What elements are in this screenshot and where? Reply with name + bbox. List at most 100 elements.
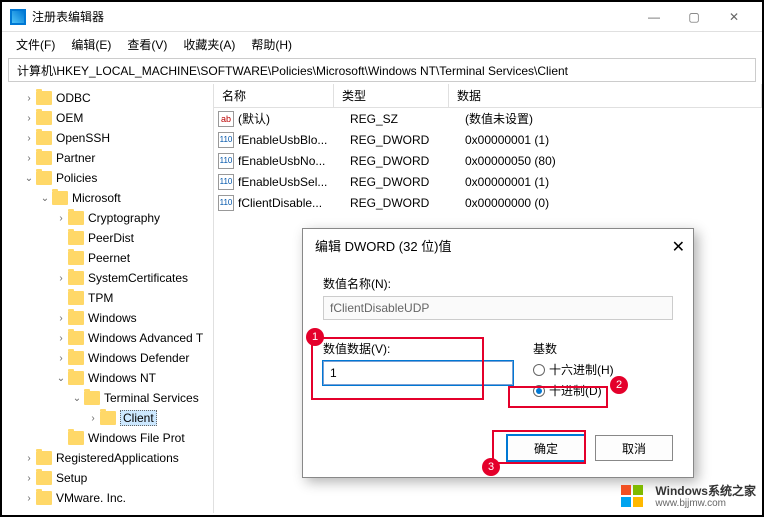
tree-item[interactable]: ›SystemCertificates	[2, 268, 213, 288]
registry-tree[interactable]: ›ODBC›OEM›OpenSSH›Partner⌄Policies⌄Micro…	[2, 84, 214, 513]
folder-icon	[68, 231, 84, 245]
menu-view[interactable]: 查看(V)	[121, 34, 173, 55]
chevron-icon[interactable]: ›	[54, 273, 68, 284]
tree-item[interactable]: Peernet	[2, 248, 213, 268]
folder-icon	[68, 251, 84, 265]
tree-item[interactable]: ⌄ Windows NT	[2, 368, 213, 388]
radio-decimal[interactable]: 十进制(D)	[533, 382, 673, 399]
tree-label: VMware. Inc.	[56, 491, 126, 505]
tree-label: ODBC	[56, 91, 91, 105]
chevron-icon[interactable]: ›	[54, 353, 68, 364]
tree-item[interactable]: › Windows	[2, 308, 213, 328]
tree-item[interactable]: ›Setup	[2, 468, 213, 488]
tree-item[interactable]: ›Windows Advanced T	[2, 328, 213, 348]
tree-label: Microsoft	[72, 191, 121, 205]
tree-label: Windows NT	[88, 371, 156, 385]
chevron-icon[interactable]: ›	[22, 493, 36, 504]
minimize-button[interactable]: —	[634, 3, 674, 31]
menu-help[interactable]: 帮助(H)	[245, 34, 298, 55]
reg-value-icon: ab	[218, 111, 234, 127]
tree-label: Windows Defender	[88, 351, 189, 365]
folder-icon	[84, 391, 100, 405]
col-type[interactable]: 类型	[334, 84, 449, 107]
window-controls: — ▢ ✕	[634, 3, 754, 31]
tree-item[interactable]: ⌄Terminal Services	[2, 388, 213, 408]
value-data-input[interactable]	[323, 361, 513, 385]
list-row[interactable]: 110fEnableUsbNo...REG_DWORD0x00000050 (8…	[214, 150, 762, 171]
tree-item[interactable]: ›Client	[2, 408, 213, 428]
tree-item[interactable]: TPM	[2, 288, 213, 308]
ok-button[interactable]: 确定	[507, 435, 585, 461]
tree-label: RegisteredApplications	[56, 451, 179, 465]
folder-icon	[36, 491, 52, 505]
folder-icon	[68, 371, 84, 385]
list-row[interactable]: 110fClientDisable...REG_DWORD0x00000000 …	[214, 192, 762, 213]
tree-item[interactable]: ›OEM	[2, 108, 213, 128]
app-icon	[10, 9, 26, 25]
list-row[interactable]: 110fEnableUsbSel...REG_DWORD0x00000001 (…	[214, 171, 762, 192]
tree-label: Windows File Prot	[88, 431, 185, 445]
title-bar: 注册表编辑器 — ▢ ✕	[2, 2, 762, 32]
edit-dword-dialog: 编辑 DWORD (32 位)值 ✕ 数值名称(N): fClientDisab…	[302, 228, 694, 478]
dialog-close-button[interactable]: ✕	[672, 237, 685, 257]
chevron-icon[interactable]: ›	[22, 133, 36, 144]
tree-label: OpenSSH	[56, 131, 110, 145]
tree-item[interactable]: › RegisteredApplications	[2, 448, 213, 468]
chevron-icon[interactable]: ›	[22, 473, 36, 484]
chevron-icon[interactable]: ›	[54, 333, 68, 344]
folder-icon	[36, 171, 52, 185]
chevron-icon[interactable]: ⌄	[22, 173, 36, 184]
chevron-icon[interactable]: ›	[22, 153, 36, 164]
address-bar[interactable]: 计算机\HKEY_LOCAL_MACHINE\SOFTWARE\Policies…	[8, 58, 756, 82]
reg-value-icon: 110	[218, 174, 234, 190]
folder-icon	[100, 411, 116, 425]
col-data[interactable]: 数据	[449, 84, 762, 107]
base-label: 基数	[533, 340, 673, 357]
folder-icon	[68, 351, 84, 365]
tree-item[interactable]: › VMware. Inc.	[2, 488, 213, 508]
folder-icon	[68, 431, 84, 445]
tree-item[interactable]: › ODBC	[2, 88, 213, 108]
window-title: 注册表编辑器	[32, 8, 634, 25]
tree-item[interactable]: › Windows Defender	[2, 348, 213, 368]
tree-item[interactable]: ⌄ Microsoft	[2, 188, 213, 208]
reg-value-icon: 110	[218, 132, 234, 148]
menu-favorites[interactable]: 收藏夹(A)	[177, 34, 241, 55]
tree-label: Windows	[88, 311, 137, 325]
menu-file[interactable]: 文件(F)	[10, 34, 61, 55]
chevron-icon[interactable]: ›	[54, 313, 68, 324]
folder-icon	[36, 471, 52, 485]
chevron-icon[interactable]: ›	[86, 413, 100, 424]
tree-item[interactable]: Windows File Prot	[2, 428, 213, 448]
chevron-icon[interactable]: ›	[22, 93, 36, 104]
chevron-icon[interactable]: ⌄	[54, 373, 68, 384]
folder-icon	[36, 131, 52, 145]
tree-item[interactable]: › OpenSSH	[2, 128, 213, 148]
cancel-button[interactable]: 取消	[595, 435, 673, 461]
folder-icon	[68, 271, 84, 285]
tree-item[interactable]: ⌄Policies	[2, 168, 213, 188]
chevron-icon[interactable]: ›	[22, 113, 36, 124]
chevron-icon[interactable]: ›	[54, 213, 68, 224]
tree-item[interactable]: ›Cryptography	[2, 208, 213, 228]
folder-icon	[68, 331, 84, 345]
close-button[interactable]: ✕	[714, 3, 754, 31]
tree-item[interactable]: PeerDist	[2, 228, 213, 248]
folder-icon	[36, 451, 52, 465]
reg-value-icon: 110	[218, 195, 234, 211]
list-row[interactable]: ab(默认)REG_SZ(数值未设置)	[214, 108, 762, 129]
list-row[interactable]: 110fEnableUsbBlo...REG_DWORD0x00000001 (…	[214, 129, 762, 150]
folder-icon	[68, 211, 84, 225]
maximize-button[interactable]: ▢	[674, 3, 714, 31]
reg-value-icon: 110	[218, 153, 234, 169]
radio-hex[interactable]: 十六进制(H)	[533, 361, 673, 378]
menu-edit[interactable]: 编辑(E)	[65, 34, 117, 55]
folder-icon	[36, 91, 52, 105]
chevron-icon[interactable]: ⌄	[70, 393, 84, 404]
tree-item[interactable]: ›Partner	[2, 148, 213, 168]
col-name[interactable]: 名称	[214, 84, 334, 107]
address-path: 计算机\HKEY_LOCAL_MACHINE\SOFTWARE\Policies…	[17, 62, 568, 79]
watermark: Windows系统之家 www.bjjmw.com	[621, 485, 756, 509]
chevron-icon[interactable]: ›	[22, 453, 36, 464]
chevron-icon[interactable]: ⌄	[38, 193, 52, 204]
